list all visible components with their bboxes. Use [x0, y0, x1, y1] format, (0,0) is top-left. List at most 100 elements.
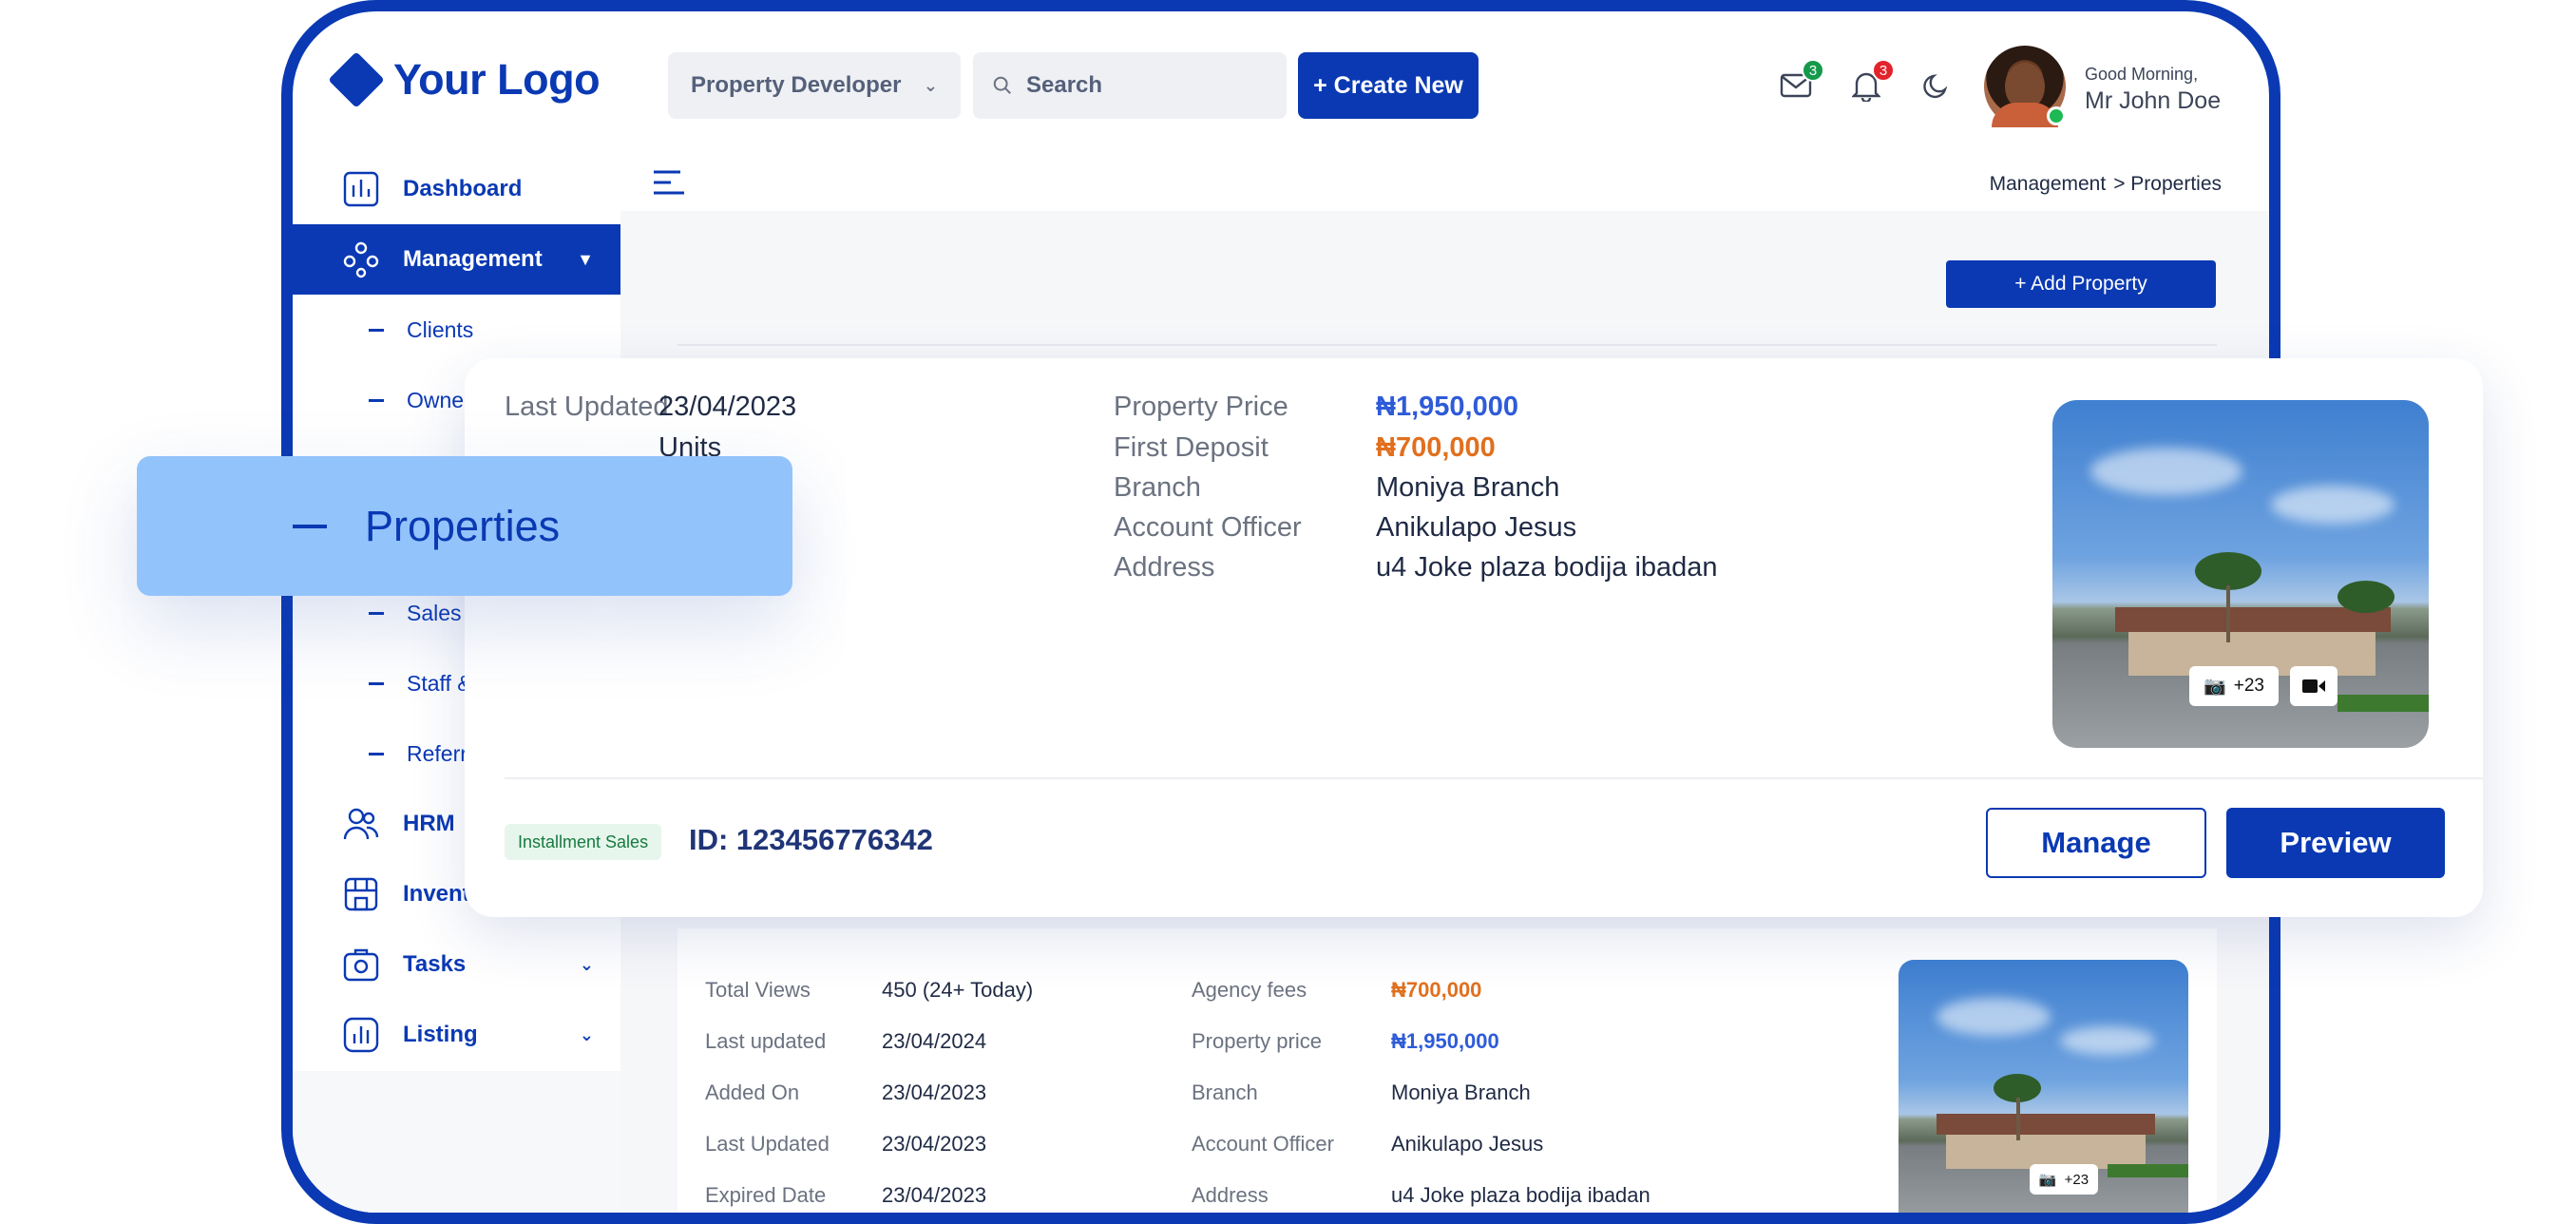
house-roof: [1937, 1114, 2155, 1135]
search-box[interactable]: [973, 52, 1287, 119]
sidebar-subitem-clients[interactable]: Clients: [369, 317, 473, 343]
detail-label: Last updated: [705, 1029, 827, 1053]
theme-toggle[interactable]: [1918, 67, 1956, 105]
detail-value: Moniya Branch: [1376, 472, 1560, 503]
detail-value: 23/04/2023: [882, 1132, 987, 1156]
chevron-down-icon: ⌄: [923, 75, 938, 95]
sidebar-item-label: Invent: [403, 881, 470, 907]
detail-value: Moniya Branch: [1391, 1081, 1531, 1104]
property-photo-secondary[interactable]: 📷 +23: [1899, 960, 2188, 1213]
detail-value: 23/04/2023: [882, 1183, 987, 1207]
photo-count: +23: [2233, 676, 2264, 696]
caret-down-icon: ▼: [577, 249, 594, 269]
dashboard-icon: [343, 171, 379, 207]
sidebar-subitem-owners[interactable]: Owne: [369, 388, 464, 413]
property-card[interactable]: Last Updated23/04/2023UnitsUnitsMobile C…: [465, 358, 2483, 917]
detail-value: ₦1,950,000: [1391, 1029, 1499, 1053]
sales-type-tag: Installment Sales: [505, 824, 662, 860]
search-input[interactable]: [1026, 72, 1254, 99]
detail-value: 450 (24+ Today): [882, 978, 1034, 1002]
avatar[interactable]: [1984, 46, 2066, 127]
divider: [677, 344, 2217, 346]
detail-value: 23/04/2024: [882, 1029, 987, 1053]
menu-icon[interactable]: [652, 168, 686, 197]
property-id: ID: 123456776342: [689, 823, 933, 856]
video-chip[interactable]: [2290, 666, 2337, 706]
role-select[interactable]: Property Developer ⌄: [668, 52, 961, 119]
grass: [2337, 695, 2429, 712]
house-wall: [1946, 1131, 2146, 1169]
sidebar-subitem-referrals[interactable]: Referr: [369, 741, 467, 767]
sidebar-item-management[interactable]: Management ▼: [293, 224, 620, 295]
breadcrumb: Management > Properties: [1990, 173, 2222, 196]
detail-value: ₦700,000: [1376, 432, 1496, 463]
logo-diamond-icon: [328, 51, 385, 108]
add-property-button[interactable]: + Add Property: [1946, 260, 2216, 308]
photo-count: +23: [2064, 1171, 2089, 1188]
camera-icon: 📷: [2038, 1172, 2057, 1188]
manage-button[interactable]: Manage: [1986, 808, 2206, 878]
chevron-down-icon: ⌄: [579, 1024, 594, 1044]
palm-trunk: [2226, 585, 2230, 642]
search-icon: [993, 76, 1011, 94]
detail-label: Added On: [705, 1081, 800, 1104]
preview-button[interactable]: Preview: [2226, 808, 2445, 878]
notifications-button[interactable]: 3: [1847, 59, 1895, 105]
sidebar-subitem-label: Referr: [407, 741, 467, 766]
detail-label: Expired Date: [705, 1183, 827, 1207]
logo[interactable]: Your Logo: [328, 51, 601, 108]
grass: [2108, 1164, 2188, 1177]
messages-badge: 3: [1802, 59, 1824, 82]
breadcrumb-current: > Properties: [2113, 173, 2222, 195]
detail-value: Anikulapo Jesus: [1391, 1132, 1544, 1156]
role-select-value: Property Developer: [691, 72, 902, 98]
sidebar-item-label: Management: [403, 246, 543, 272]
dash-icon: [369, 612, 384, 615]
detail-value: 23/04/2023: [658, 392, 797, 422]
sidebar-item-tasks[interactable]: Tasks ⌄: [293, 929, 620, 1000]
detail-label: Property Price: [1114, 392, 1288, 422]
greeting: Good Morning,: [2085, 65, 2199, 84]
photo-count-chip[interactable]: 📷 +23: [2030, 1164, 2098, 1195]
palm-tree: [2195, 552, 2261, 590]
chevron-down-icon: ⌄: [579, 954, 594, 974]
detail-label: Branch: [1192, 1081, 1258, 1104]
cloud: [2060, 1026, 2155, 1055]
sidebar-subitem-label: Clients: [407, 317, 474, 342]
sidebar-item-dashboard[interactable]: Dashboard: [293, 154, 620, 224]
sidebar-item-label: Dashboard: [403, 176, 523, 201]
sidebar-subitem-staff[interactable]: Staff &: [369, 671, 472, 697]
detail-label: First Deposit: [1114, 432, 1269, 463]
create-new-button[interactable]: + Create New: [1298, 52, 1479, 119]
house-roof: [2115, 607, 2391, 632]
sidebar-item-listing[interactable]: Listing ⌄: [293, 1000, 620, 1070]
cloud: [2271, 486, 2395, 524]
property-photo[interactable]: 📷 +23: [2052, 400, 2429, 748]
detail-value: ₦700,000: [1391, 978, 1482, 1002]
sidebar-subitem-label: Staff &: [407, 671, 472, 696]
breadcrumb-parent[interactable]: Management: [1990, 173, 2107, 196]
sidebar-subitem-label: Owne: [407, 388, 465, 412]
inventory-icon: [344, 877, 378, 911]
messages-button[interactable]: 3: [1777, 59, 1824, 105]
detail-label: Account Officer: [1114, 512, 1302, 543]
moon-icon: [1923, 74, 1948, 99]
photo-count-chip[interactable]: 📷 +23: [2189, 666, 2279, 706]
dash-icon: [369, 682, 384, 685]
notifications-badge: 3: [1872, 59, 1895, 82]
detail-value: ₦1,950,000: [1376, 392, 1518, 422]
detail-label: Last Updated: [705, 1132, 830, 1156]
sidebar-item-properties-highlight[interactable]: Properties: [137, 456, 792, 596]
detail-value: 23/04/2023: [882, 1081, 987, 1104]
detail-value: u4 Joke plaza bodija ibadan: [1391, 1183, 1651, 1207]
detail-label: Address: [1114, 552, 1215, 583]
tasks-icon: [343, 948, 379, 982]
online-status-dot: [2047, 106, 2066, 125]
sidebar-item-label: HRM: [403, 811, 455, 836]
detail-value: Anikulapo Jesus: [1376, 512, 1577, 543]
camera-icon: 📷: [2204, 677, 2226, 697]
sidebar-footer: [293, 1071, 620, 1213]
detail-label: Account Officer: [1192, 1132, 1334, 1156]
detail-label: Address: [1192, 1183, 1269, 1207]
logo-text: Your Logo: [393, 55, 601, 104]
